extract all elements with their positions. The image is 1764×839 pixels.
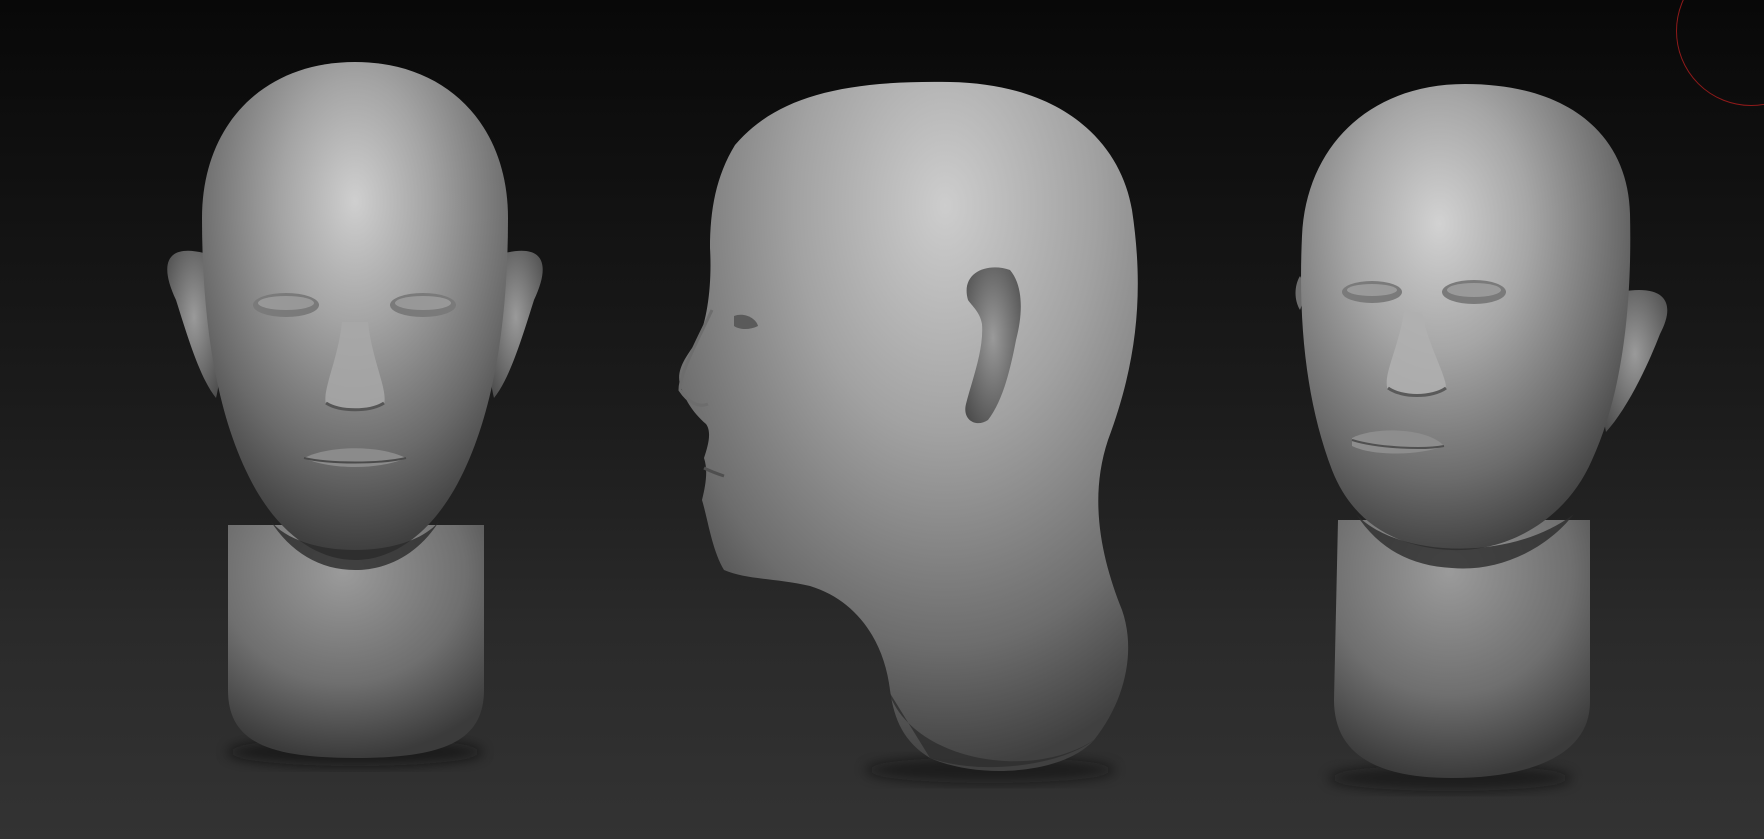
- side-head-silhouette: [679, 81, 1138, 771]
- eyelid-right: [1447, 283, 1501, 297]
- sculpt-scene: [167, 62, 1668, 791]
- sculpt-viewport[interactable]: [0, 0, 1764, 839]
- eyelid-left: [1347, 284, 1397, 296]
- head-front-view[interactable]: [167, 62, 543, 766]
- eyelid-right: [395, 296, 451, 310]
- head-three-quarter-view[interactable]: [1295, 84, 1668, 791]
- skull-face: [202, 62, 508, 560]
- head-side-view[interactable]: [678, 81, 1138, 783]
- skull-face: [1301, 84, 1631, 551]
- eyelid-left: [258, 296, 314, 310]
